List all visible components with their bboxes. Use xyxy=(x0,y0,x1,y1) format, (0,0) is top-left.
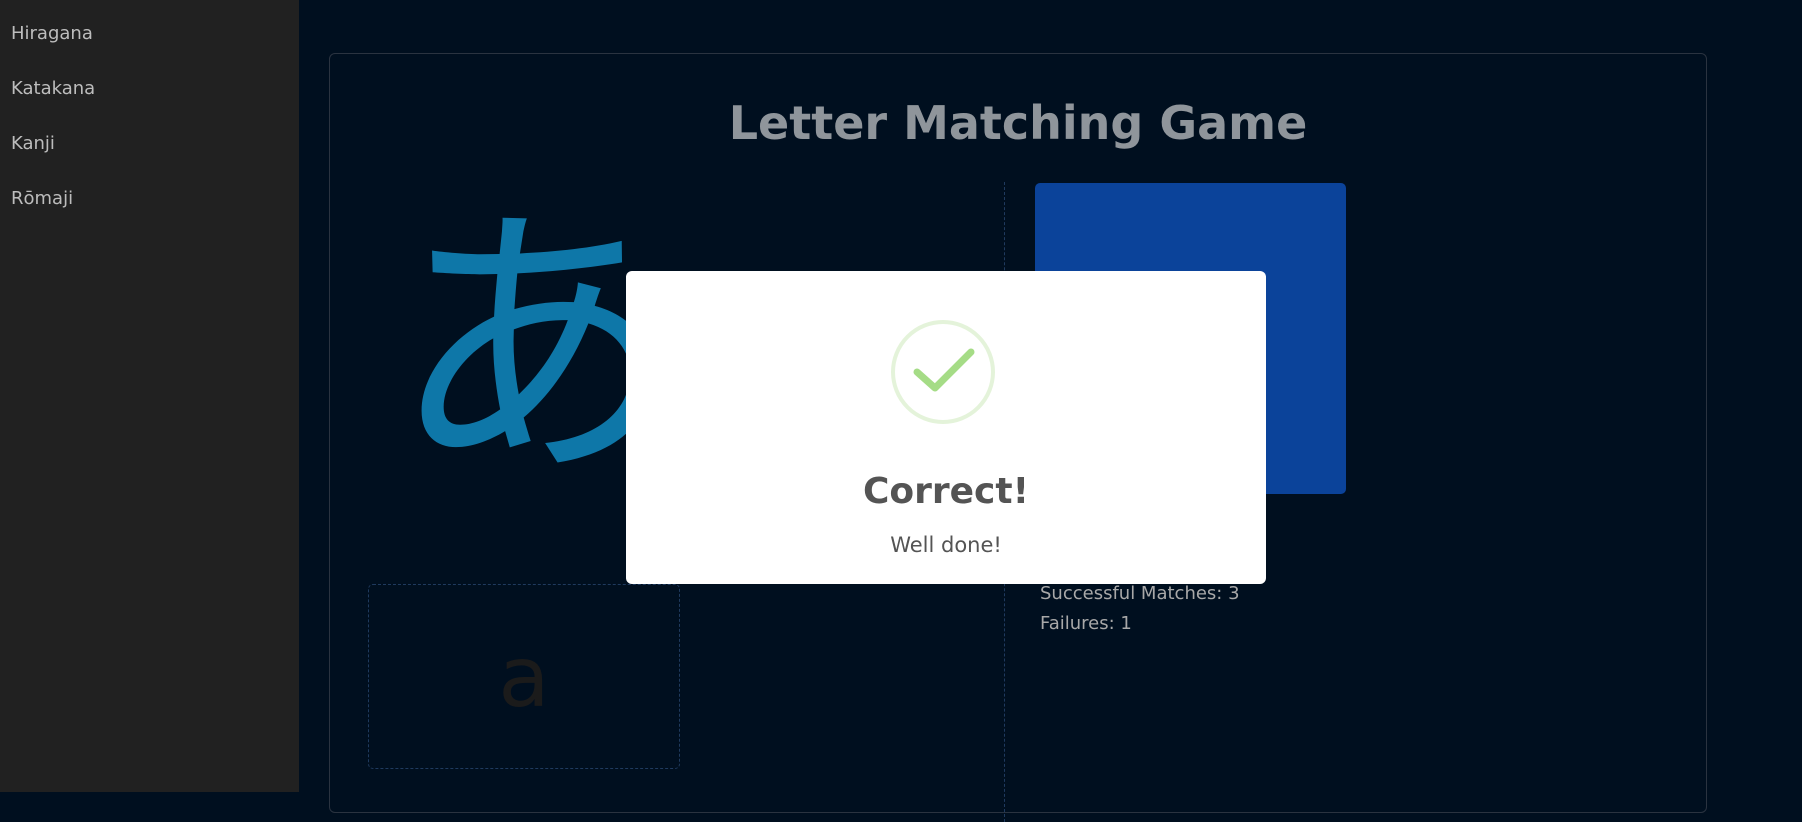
sidebar-item-romaji[interactable]: Rōmaji xyxy=(11,188,73,209)
modal-title: Correct! xyxy=(862,471,1030,512)
failures: Failures: 1 xyxy=(1040,613,1132,634)
result-modal: Correct! Well done! xyxy=(626,271,1266,584)
sidebar-item-kanji[interactable]: Kanji xyxy=(11,133,55,154)
sidebar: Hiragana Katakana Kanji Rōmaji xyxy=(0,0,299,792)
modal-text: Well done! xyxy=(890,533,1002,557)
drop-zone[interactable]: a xyxy=(368,584,680,769)
page-title: Letter Matching Game xyxy=(728,96,1308,150)
sidebar-item-katakana[interactable]: Katakana xyxy=(11,78,95,99)
check-icon xyxy=(913,348,975,392)
success-icon-ring xyxy=(891,320,995,424)
sidebar-item-hiragana[interactable]: Hiragana xyxy=(11,23,93,44)
drop-zone-letter: a xyxy=(498,627,550,726)
stats: Successful Matches: 3 Failures: 1 xyxy=(1040,579,1240,639)
